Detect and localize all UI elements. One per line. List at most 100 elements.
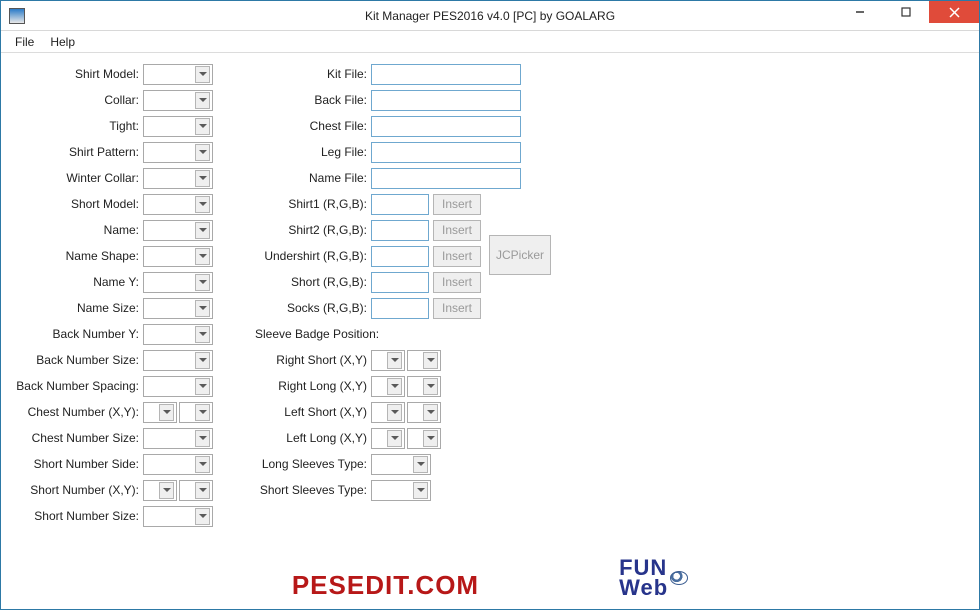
short-number-x-combo[interactable] [143, 480, 177, 501]
undershirt-rgb-input[interactable] [371, 246, 429, 267]
socks-rgb-input[interactable] [371, 298, 429, 319]
shirt2-rgb-input[interactable] [371, 220, 429, 241]
shirt1-rgb-label: Shirt1 (R,G,B): [223, 197, 371, 211]
chevron-down-icon [195, 508, 210, 525]
back-file-label: Back File: [223, 93, 371, 107]
close-icon [949, 7, 960, 18]
chevron-down-icon [195, 300, 210, 317]
left-short-x-combo[interactable] [371, 402, 405, 423]
chevron-down-icon [423, 352, 438, 369]
chest-number-size-label: Chest Number Size: [13, 431, 143, 445]
leg-file-label: Leg File: [223, 145, 371, 159]
undershirt-insert-button[interactable]: Insert [433, 246, 481, 267]
right-short-xy-label: Right Short (X,Y) [223, 353, 371, 367]
right-short-y-combo[interactable] [407, 350, 441, 371]
maximize-button[interactable] [883, 1, 929, 23]
short-sleeves-type-combo[interactable] [371, 480, 431, 501]
collar-combo[interactable] [143, 90, 213, 111]
short-number-y-combo[interactable] [179, 480, 213, 501]
short-model-combo[interactable] [143, 194, 213, 215]
name-combo[interactable] [143, 220, 213, 241]
chevron-down-icon [195, 248, 210, 265]
right-long-xy-label: Right Long (X,Y) [223, 379, 371, 393]
short-number-side-combo[interactable] [143, 454, 213, 475]
long-sleeves-type-combo[interactable] [371, 454, 431, 475]
short-insert-button[interactable]: Insert [433, 272, 481, 293]
shirt2-insert-button[interactable]: Insert [433, 220, 481, 241]
back-number-size-combo[interactable] [143, 350, 213, 371]
name-label: Name: [13, 223, 143, 237]
leg-file-input[interactable] [371, 142, 521, 163]
minimize-button[interactable] [837, 1, 883, 23]
chevron-down-icon [195, 274, 210, 291]
chevron-down-icon [413, 482, 428, 499]
content-area: Shirt Model: Collar: Tight: Shirt Patter… [1, 53, 979, 607]
titlebar: Kit Manager PES2016 v4.0 [PC] by GOALARG [1, 1, 979, 31]
name-file-input[interactable] [371, 168, 521, 189]
short-rgb-input[interactable] [371, 272, 429, 293]
jcpicker-button[interactable]: JCPicker [489, 235, 551, 275]
right-long-y-combo[interactable] [407, 376, 441, 397]
back-number-spacing-combo[interactable] [143, 376, 213, 397]
left-short-xy-label: Left Short (X,Y) [223, 405, 371, 419]
chevron-down-icon [423, 430, 438, 447]
chevron-down-icon [195, 326, 210, 343]
pesedit-logo: PESEDIT.COM [292, 570, 479, 601]
back-number-y-combo[interactable] [143, 324, 213, 345]
name-shape-label: Name Shape: [13, 249, 143, 263]
right-long-x-combo[interactable] [371, 376, 405, 397]
shirt-pattern-combo[interactable] [143, 142, 213, 163]
chevron-down-icon [195, 118, 210, 135]
shirt-pattern-label: Shirt Pattern: [13, 145, 143, 159]
chevron-down-icon [195, 196, 210, 213]
kit-file-input[interactable] [371, 64, 521, 85]
chevron-down-icon [159, 404, 174, 421]
left-column: Shirt Model: Collar: Tight: Shirt Patter… [13, 61, 213, 529]
shirt1-insert-button[interactable]: Insert [433, 194, 481, 215]
window-controls [837, 1, 979, 23]
shirt-model-label: Shirt Model: [13, 67, 143, 81]
name-size-label: Name Size: [13, 301, 143, 315]
chest-number-y-combo[interactable] [179, 402, 213, 423]
chevron-down-icon [195, 482, 210, 499]
menu-file[interactable]: File [7, 33, 42, 51]
menu-help[interactable]: Help [42, 33, 83, 51]
short-number-side-label: Short Number Side: [13, 457, 143, 471]
left-short-y-combo[interactable] [407, 402, 441, 423]
back-file-input[interactable] [371, 90, 521, 111]
right-short-x-combo[interactable] [371, 350, 405, 371]
chevron-down-icon [195, 456, 210, 473]
left-long-y-combo[interactable] [407, 428, 441, 449]
left-long-x-combo[interactable] [371, 428, 405, 449]
name-size-combo[interactable] [143, 298, 213, 319]
short-number-size-combo[interactable] [143, 506, 213, 527]
footer: PESEDIT.COM FUN Web [1, 555, 979, 601]
chevron-down-icon [195, 378, 210, 395]
shirt-model-combo[interactable] [143, 64, 213, 85]
tight-combo[interactable] [143, 116, 213, 137]
name-shape-combo[interactable] [143, 246, 213, 267]
chevron-down-icon [195, 170, 210, 187]
winter-collar-combo[interactable] [143, 168, 213, 189]
chest-file-label: Chest File: [223, 119, 371, 133]
socks-rgb-label: Socks (R,G,B): [223, 301, 371, 315]
socks-insert-button[interactable]: Insert [433, 298, 481, 319]
chest-number-size-combo[interactable] [143, 428, 213, 449]
short-sleeves-type-label: Short Sleeves Type: [223, 483, 371, 497]
chevron-down-icon [413, 456, 428, 473]
close-button[interactable] [929, 1, 979, 23]
chevron-down-icon [423, 404, 438, 421]
kit-file-label: Kit File: [223, 67, 371, 81]
chevron-down-icon [195, 144, 210, 161]
chevron-down-icon [387, 430, 402, 447]
chest-number-x-combo[interactable] [143, 402, 177, 423]
name-y-combo[interactable] [143, 272, 213, 293]
shirt1-rgb-input[interactable] [371, 194, 429, 215]
shirt2-rgb-label: Shirt2 (R,G,B): [223, 223, 371, 237]
back-number-y-label: Back Number Y: [13, 327, 143, 341]
chevron-down-icon [195, 352, 210, 369]
collar-label: Collar: [13, 93, 143, 107]
long-sleeves-type-label: Long Sleeves Type: [223, 457, 371, 471]
short-rgb-label: Short (R,G,B): [223, 275, 371, 289]
chest-file-input[interactable] [371, 116, 521, 137]
